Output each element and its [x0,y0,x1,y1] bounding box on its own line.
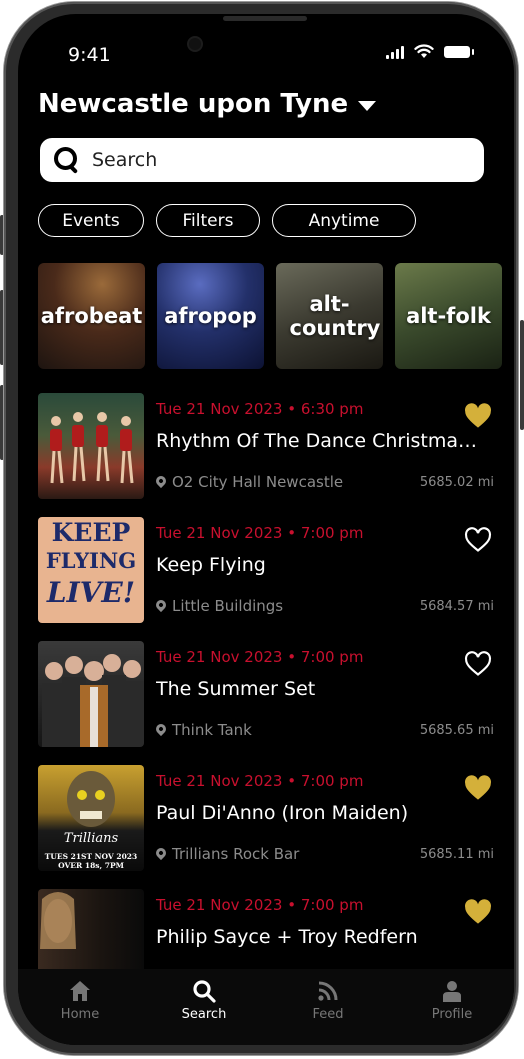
event-list: Tue 21 Nov 2023 • 6:30 pm Rhythm Of The … [38,393,494,1013]
app-screen: 9:41 Newcastle upon Tyne Search Events F… [18,14,514,1045]
event-item[interactable]: KEEP FLYING LIVE! Tue 21 Nov 2023 • 7:00… [38,517,494,623]
tab-search[interactable]: Search [159,969,249,1045]
venue-name: Little Buildings [172,597,284,615]
event-thumbnail: Trillians TUES 21ST NOV 2023 OVER 18s, 7… [38,765,144,871]
home-icon [70,981,90,1001]
event-date: Tue 21 Nov 2023 • 7:00 pm [156,524,364,542]
event-title: Philip Sayce + Troy Redfern [156,926,418,948]
city-name: Newcastle upon Tyne [38,89,349,119]
event-distance: 5685.65 mi [419,723,494,738]
event-distance: 5685.02 mi [419,475,494,490]
poster-text: KEEP [51,518,131,547]
event-distance: 5684.57 mi [419,599,494,614]
tab-label: Home [60,1007,100,1022]
event-date: Tue 21 Nov 2023 • 7:00 pm [156,648,364,666]
heart-filled-icon[interactable] [464,899,492,925]
filter-chips: Events Filters Anytime [38,204,416,237]
filter-chip-anytime[interactable]: Anytime [272,204,416,237]
venue-name: Trillians Rock Bar [172,845,300,863]
event-venue: Little Buildings [153,597,284,615]
tab-profile[interactable]: Profile [407,969,497,1045]
bottom-tab-bar: Home Search Feed Profile [18,969,514,1045]
location-pin-icon [153,721,169,737]
speaker-slot [223,16,307,21]
poster-text: FLYING [45,548,137,573]
filter-chip-filters[interactable]: Filters [156,204,260,237]
genre-label: afropop [164,304,257,328]
event-distance: 5685.11 mi [419,847,494,862]
filter-chip-events[interactable]: Events [38,204,144,237]
event-item[interactable]: Trillians TUES 21ST NOV 2023 OVER 18s, 7… [38,765,494,871]
phone-frame: 9:41 Newcastle upon Tyne Search Events F… [4,2,518,1055]
rss-feed-icon [318,981,338,1001]
venue-name: Think Tank [172,721,252,739]
poster-text: OVER 18s, 7PM [58,861,124,870]
location-pin-icon [153,473,169,489]
heart-filled-icon[interactable] [464,403,492,429]
tab-label: Search [181,1007,227,1022]
event-title: Paul Di'Anno (Iron Maiden) [156,802,409,824]
chevron-down-icon [358,101,377,111]
status-time: 9:41 [68,44,111,66]
event-title: The Summer Set [156,678,316,700]
heart-filled-icon[interactable] [464,775,492,801]
tab-feed[interactable]: Feed [283,969,373,1045]
heart-outline-icon[interactable] [464,651,492,677]
event-date: Tue 21 Nov 2023 • 7:00 pm [156,896,364,914]
poster-text: LIVE! [46,576,136,609]
genre-card-afropop[interactable]: afropop [157,263,264,369]
tab-label: Feed [312,1007,344,1022]
event-title: Rhythm Of The Dance Christmas ... [156,430,484,452]
event-venue: Trillians Rock Bar [153,845,300,863]
status-icons [386,44,474,59]
genre-label: alt-country [289,292,381,340]
genre-card-alt-country[interactable]: alt-country [276,263,383,369]
event-date: Tue 21 Nov 2023 • 7:00 pm [156,772,364,790]
search-bar[interactable]: Search [40,138,484,182]
genre-label: afrobeat [40,304,143,328]
event-venue: O2 City Hall Newcastle [153,473,344,491]
event-thumbnail [38,641,144,747]
search-icon [54,147,80,173]
heart-outline-icon[interactable] [464,527,492,553]
poster-text: TUES 21ST NOV 2023 [44,852,138,861]
event-title: Keep Flying [156,554,266,576]
front-camera [189,38,201,50]
venue-name: O2 City Hall Newcastle [172,473,344,491]
search-input[interactable]: Search [92,149,157,171]
location-pin-icon [153,845,169,861]
genre-card-afrobeat[interactable]: afrobeat [38,263,145,369]
search-icon [193,980,216,1003]
genre-carousel: afrobeat afropop alt-country alt-folk [38,263,508,369]
tab-label: Profile [431,1007,473,1022]
event-thumbnail: KEEP FLYING LIVE! [38,517,144,623]
event-item[interactable]: Tue 21 Nov 2023 • 7:00 pm The Summer Set… [38,641,494,747]
cellular-signal-icon [386,45,404,59]
event-thumbnail [38,393,144,499]
location-selector[interactable]: Newcastle upon Tyne [38,89,377,119]
event-date: Tue 21 Nov 2023 • 6:30 pm [156,400,364,418]
genre-label: alt-folk [406,304,491,328]
person-icon [443,981,461,1002]
battery-icon [444,45,474,58]
event-item[interactable]: Tue 21 Nov 2023 • 6:30 pm Rhythm Of The … [38,393,494,499]
location-pin-icon [153,597,169,613]
wifi-icon [414,44,434,58]
event-venue: Think Tank [153,721,252,739]
tab-home[interactable]: Home [35,969,125,1045]
genre-card-alt-folk[interactable]: alt-folk [395,263,502,369]
poster-text: Trillians [63,831,119,846]
